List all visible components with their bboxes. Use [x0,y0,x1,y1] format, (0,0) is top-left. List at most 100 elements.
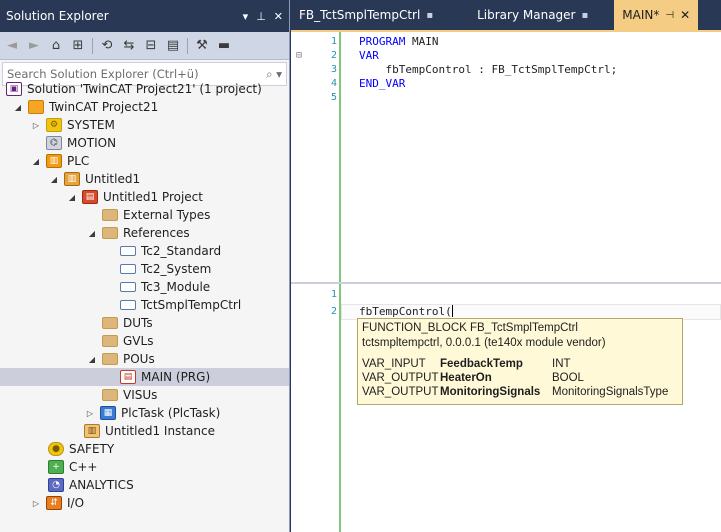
tree-item-twincat-project[interactable]: ◢ TwinCAT Project21 [0,98,289,116]
code-line[interactable]: 3 fbTempControl : FB_TctSmplTempCtrl; [291,63,721,77]
expanded-arrow-icon[interactable]: ◢ [48,175,60,184]
home-icon[interactable]: ⌂ [48,38,64,53]
tree-item-visus[interactable]: VISUs [0,386,289,404]
analytics-icon: ◔ [48,478,64,492]
code-text: fbTempControl : FB_TctSmplTempCtrl; [359,63,617,77]
tree-item-external-types[interactable]: External Types [0,206,289,224]
tree-item-label: MOTION [67,136,117,150]
dropdown-arrow-icon[interactable]: ▾ [243,10,249,23]
search-placeholder: Search Solution Explorer (Ctrl+ü) [7,67,199,81]
cpp-icon: + [48,460,64,474]
tree-item-plctask[interactable]: ▷ ▦ PlcTask (PlcTask) [0,404,289,422]
tree-item-gvls[interactable]: GVLs [0,332,289,350]
close-icon[interactable]: ✕ [274,10,283,23]
collapse-all-icon[interactable]: ⊟ [143,38,159,53]
panel-title: Solution Explorer [6,9,109,23]
reference-icon [120,264,136,274]
pin-tab-icon[interactable]: ⊣ [665,10,674,21]
identifier-token: MAIN [405,35,439,48]
declaration-editor[interactable]: 1 PROGRAM MAIN ⊟ 2 VAR 3 fbTempControl : FB_T… [291,32,721,282]
tree-item-plc[interactable]: ◢ ▥ PLC [0,152,289,170]
tree-item-reference[interactable]: Tc2_System [0,260,289,278]
code-line[interactable]: 1 PROGRAM MAIN [291,35,721,49]
fold-toggle-icon[interactable]: ⊟ [296,49,302,63]
back-icon[interactable]: ◄ [4,38,20,53]
tree-item-reference[interactable]: TctSmplTempCtrl [0,296,289,314]
forward-icon[interactable]: ► [26,38,42,53]
close-tab-icon[interactable]: ✕ [680,8,690,22]
code-line[interactable]: ⊟ 2 VAR [291,49,721,63]
expanded-arrow-icon[interactable]: ◢ [86,229,98,238]
sync-icon[interactable]: ⇆ [121,38,137,53]
folder-open-icon [102,227,118,239]
tab-label: FB_TctSmplTempCtrl [299,8,421,22]
change-indicator-bar [339,284,341,532]
parameter-info-tooltip: FUNCTION_BLOCK FB_TctSmplTempCtrl tctsmp… [357,318,683,405]
tree-item-io[interactable]: ▷ ⇵ I/O [0,494,289,512]
tree-item-main-prg[interactable]: ▤ MAIN (PRG) [0,368,289,386]
tree-item-untitled1-instance[interactable]: ▥ Untitled1 Instance [0,422,289,440]
tree-item-label: I/O [67,496,85,510]
code-line[interactable]: 5 [291,91,721,105]
tree-item-motion[interactable]: ⌬ MOTION [0,134,289,152]
code-content: fbTempControl( [359,305,453,319]
switch-views-icon[interactable]: ⊞ [70,38,86,53]
line-number: 2 [330,306,337,317]
tree-item-untitled1[interactable]: ◢ ▥ Untitled1 [0,170,289,188]
solution-tree: ▣ Solution 'TwinCAT Project21' (1 projec… [0,80,289,512]
plc-project-icon: ▥ [64,172,80,186]
tree-item-label: GVLs [123,334,154,348]
tab-main[interactable]: MAIN* ⊣ ✕ [614,0,699,30]
expanded-arrow-icon[interactable]: ◢ [12,103,24,112]
var-type: INT [552,358,571,370]
solution-explorer-title-bar: Solution Explorer ▾ ⊥ ✕ [0,0,289,32]
tooltip-var-row: VAR_OUTPUT MonitoringSignals MonitoringS… [362,385,678,399]
tree-item-pous[interactable]: ◢ POUs [0,350,289,368]
preview-icon[interactable]: ▬ [216,38,232,53]
tree-item-cpp[interactable]: + C++ [0,458,289,476]
tree-item-reference[interactable]: Tc2_Standard [0,242,289,260]
identifier-token: fbTempControl : FB_TctSmplTempCtrl; [359,63,618,76]
expanded-arrow-icon[interactable]: ◢ [30,157,42,166]
expanded-arrow-icon[interactable]: ◢ [86,355,98,364]
tree-item-reference[interactable]: Tc3_Module [0,278,289,296]
tree-item-label: ANALYTICS [69,478,134,492]
tree-item-references[interactable]: ◢ References [0,224,289,242]
pou-icon: ▤ [120,370,136,384]
implementation-editor[interactable]: 1 2 fbTempControl( FUNCTION_BLOCK FB_Tct… [291,284,721,532]
keyword-token: END_VAR [359,77,406,90]
tree-item-system[interactable]: ▷ ⚙ SYSTEM [0,116,289,134]
tree-item-safety[interactable]: ● SAFETY [0,440,289,458]
show-all-files-icon[interactable]: ▤ [165,38,181,53]
expanded-arrow-icon[interactable]: ◢ [66,193,78,202]
var-name: FeedbackTemp [440,358,523,370]
tree-item-untitled1-project[interactable]: ◢ ▤ Untitled1 Project [0,188,289,206]
tree-item-label: SAFETY [69,442,115,456]
folder-icon [102,209,118,221]
twincat-project-icon [28,100,44,114]
code-line[interactable]: 2 fbTempControl( [291,305,721,319]
code-line[interactable]: 4 END_VAR [291,77,721,91]
collapsed-arrow-icon[interactable]: ▷ [30,499,42,508]
code-text: END_VAR [359,77,405,91]
task-icon: ▦ [100,406,116,420]
plc-subproject-icon: ▤ [82,190,98,204]
tree-item-solution[interactable]: ▣ Solution 'TwinCAT Project21' (1 projec… [0,80,289,98]
tab-label: Library Manager [477,8,576,22]
code-line[interactable]: 1 [291,288,721,302]
tab-fb-tctsmpltempctrl[interactable]: FB_TctSmplTempCtrl ▪ [291,0,441,30]
line-number: 1 [330,36,337,47]
tree-item-analytics[interactable]: ◔ ANALYTICS [0,476,289,494]
collapsed-arrow-icon[interactable]: ▷ [30,121,42,130]
plc-icon: ▥ [46,154,62,168]
properties-wrench-icon[interactable]: ⚒ [194,38,210,53]
tree-item-duts[interactable]: DUTs [0,314,289,332]
pending-changes-icon[interactable]: ⟲ [99,38,115,53]
code-text: VAR [359,49,379,63]
var-kind: VAR_OUTPUT [362,386,439,398]
pin-icon[interactable]: ⊥ [256,10,266,23]
tab-library-manager[interactable]: Library Manager ▪ [469,0,596,30]
collapsed-arrow-icon[interactable]: ▷ [84,409,96,418]
tree-item-label: PlcTask (PlcTask) [121,406,221,420]
reference-icon [120,300,136,310]
